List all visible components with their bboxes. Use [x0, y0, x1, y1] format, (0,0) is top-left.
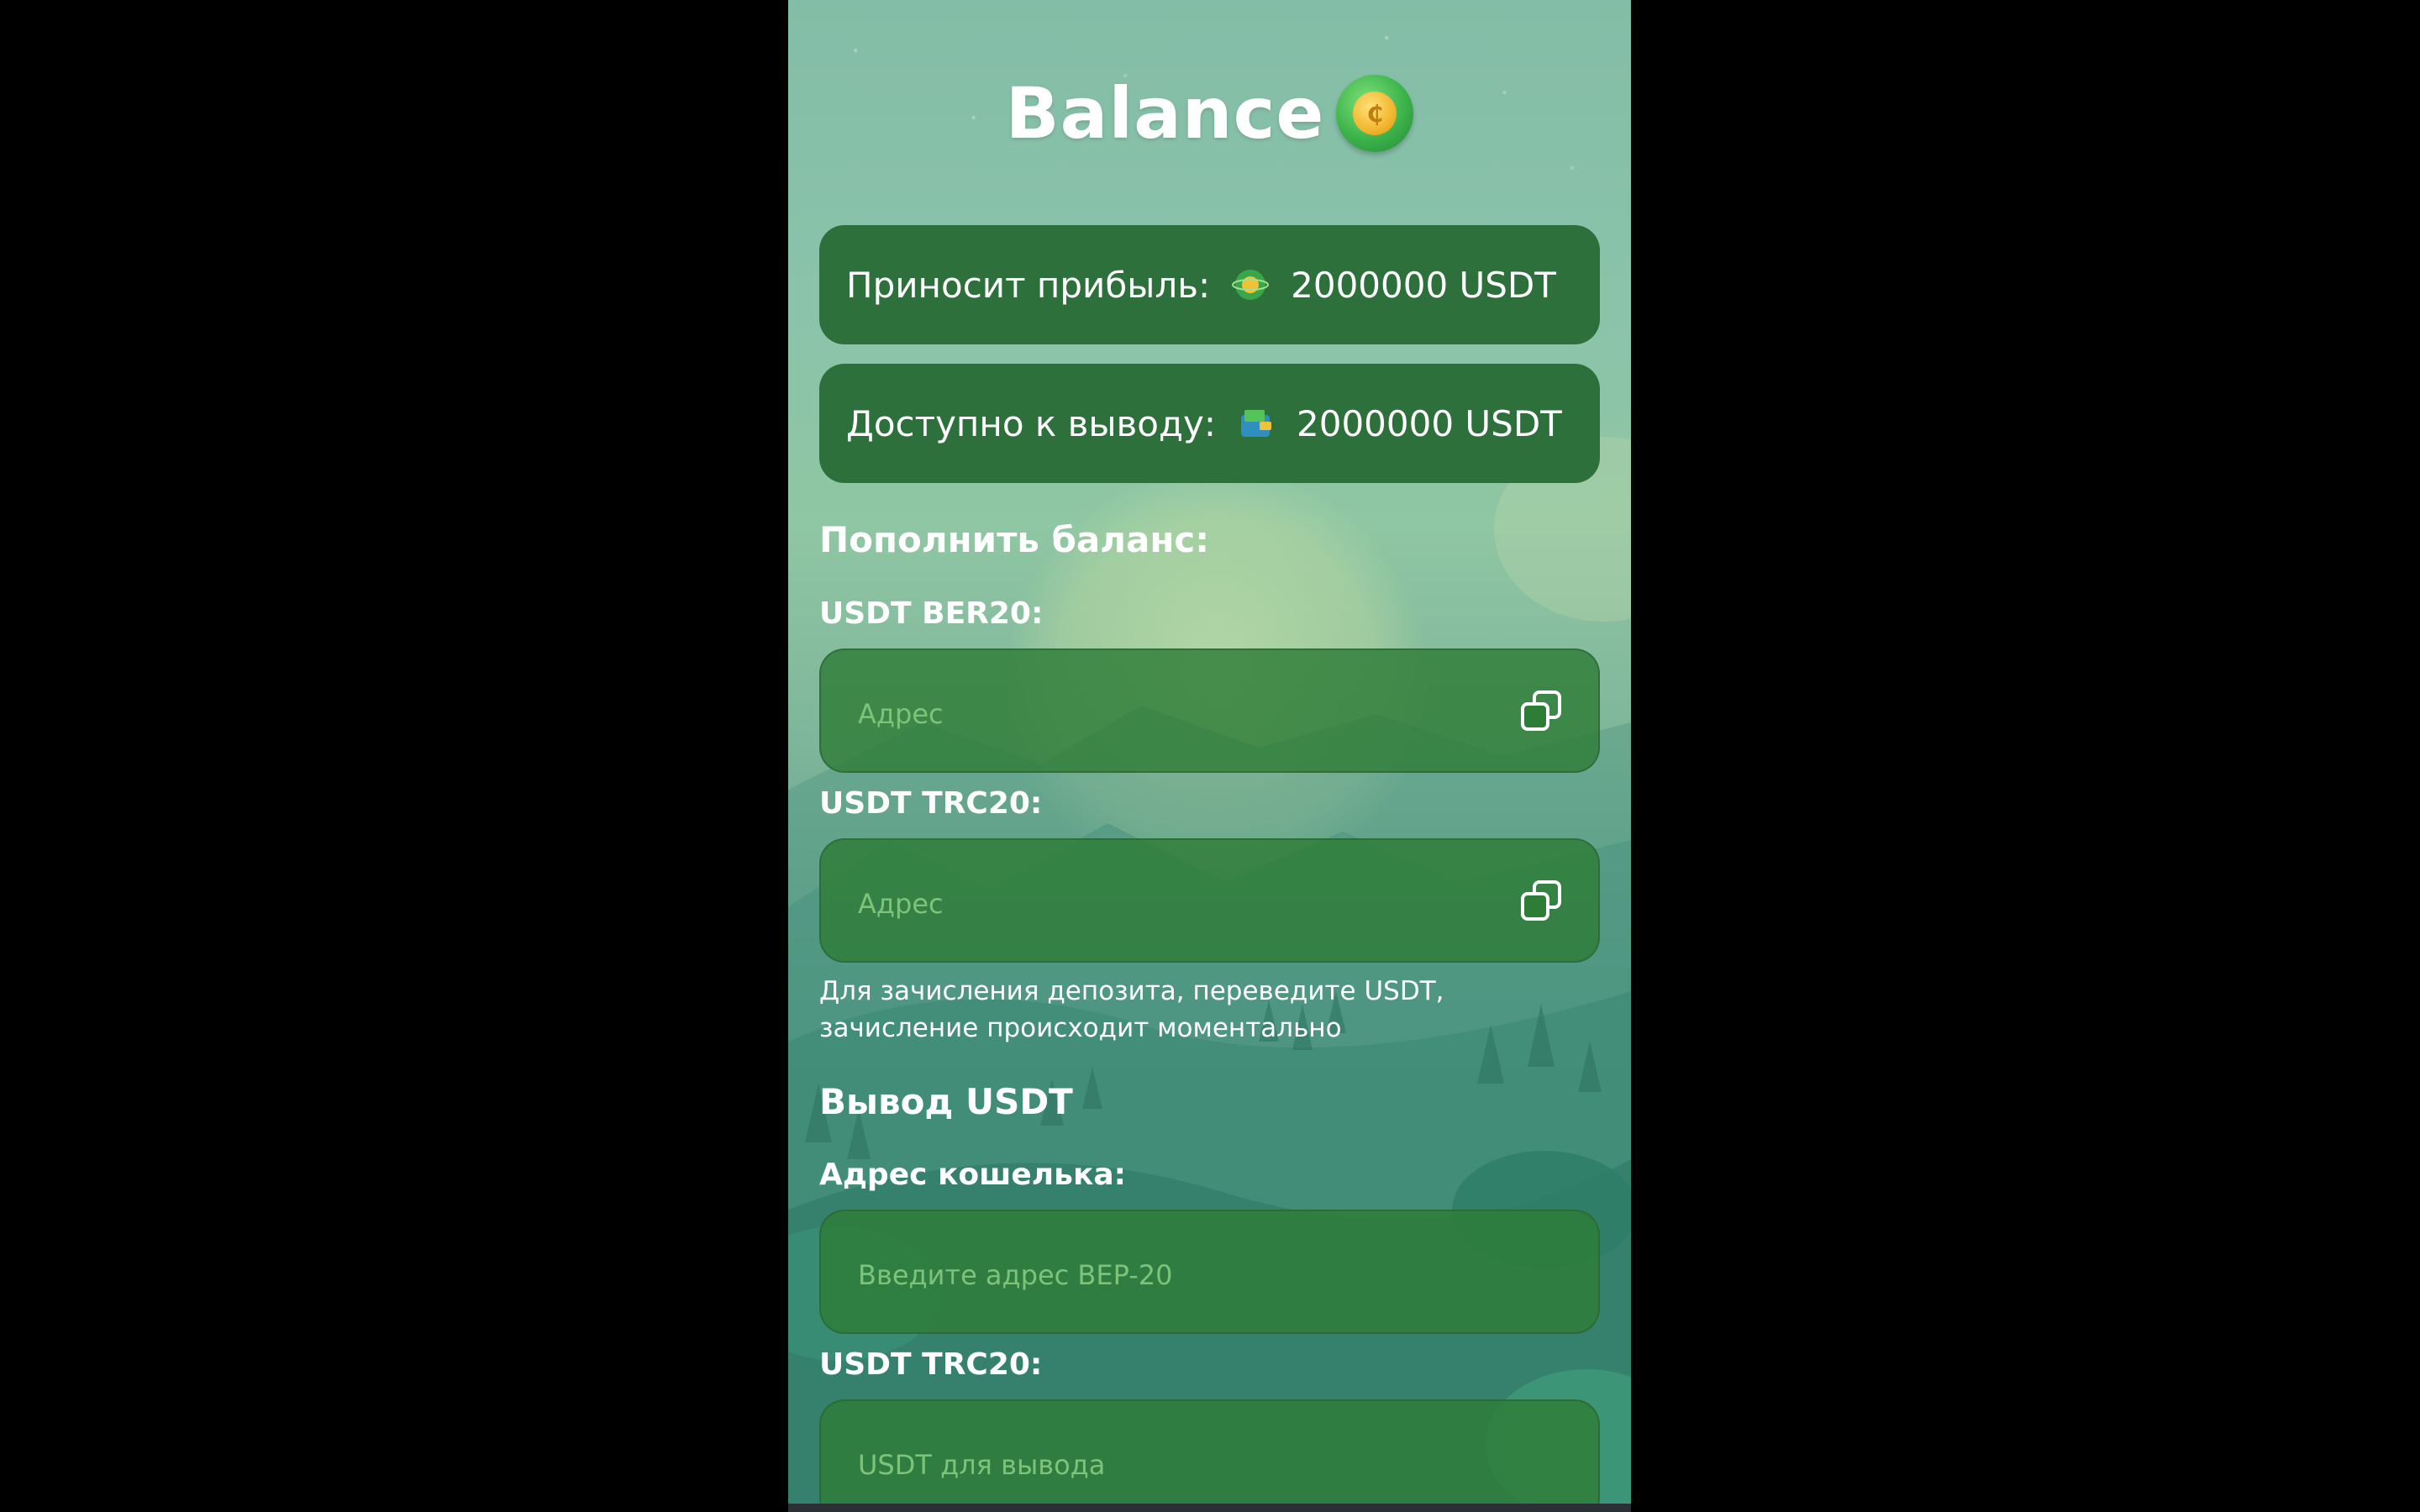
page-title: Balance — [1005, 72, 1325, 155]
copy-icon — [1521, 880, 1561, 921]
app-screen: Balance ₵ Приносит прибыль: 2000000 USDT… — [788, 0, 1631, 1504]
copy-trc20-button[interactable] — [1516, 875, 1566, 926]
available-label: Доступно к выводу: — [846, 402, 1217, 444]
trc20-label: USDT TRC20: — [819, 786, 1043, 821]
coin-icon: ₵ — [1336, 75, 1414, 152]
balance-page: Balance ₵ Приносит прибыль: 2000000 USDT… — [788, 0, 1631, 1504]
coin-face-icon: ₵ — [1353, 92, 1397, 135]
wallet-address-label: Адрес кошелька: — [819, 1158, 1127, 1192]
copy-icon — [1521, 690, 1561, 731]
withdraw-amount-input[interactable] — [858, 1449, 1566, 1481]
ber20-address-field — [819, 648, 1600, 773]
bottom-bar — [788, 1504, 1631, 1512]
available-card: Доступно к выводу: 2000000 USDT — [819, 364, 1600, 483]
ber20-label: USDT BER20: — [819, 596, 1044, 631]
copy-ber20-button[interactable] — [1516, 685, 1566, 736]
trc20-address-field — [819, 838, 1600, 963]
withdraw-trc20-label: USDT TRC20: — [819, 1347, 1043, 1382]
ber20-address-input[interactable] — [858, 698, 1516, 730]
profit-label: Приносит прибыль: — [846, 264, 1211, 306]
wallet-address-field — [819, 1210, 1600, 1334]
deposit-helper-text: Для зачисления депозита, переведите USDT… — [819, 976, 1444, 1043]
withdraw-amount-field — [819, 1399, 1600, 1504]
withdraw-heading: Вывод USDT — [819, 1081, 1073, 1122]
wallet-icon — [1238, 405, 1275, 442]
planet-coin-icon — [1232, 266, 1270, 303]
wallet-address-input[interactable] — [858, 1259, 1566, 1291]
page-header: Balance ₵ — [788, 59, 1631, 168]
trc20-address-input[interactable] — [858, 888, 1516, 920]
deposit-heading: Пополнить баланс: — [819, 519, 1210, 560]
available-value: 2000000 USDT — [1297, 402, 1562, 444]
profit-value: 2000000 USDT — [1291, 264, 1556, 306]
profit-card: Приносит прибыль: 2000000 USDT — [819, 225, 1600, 344]
